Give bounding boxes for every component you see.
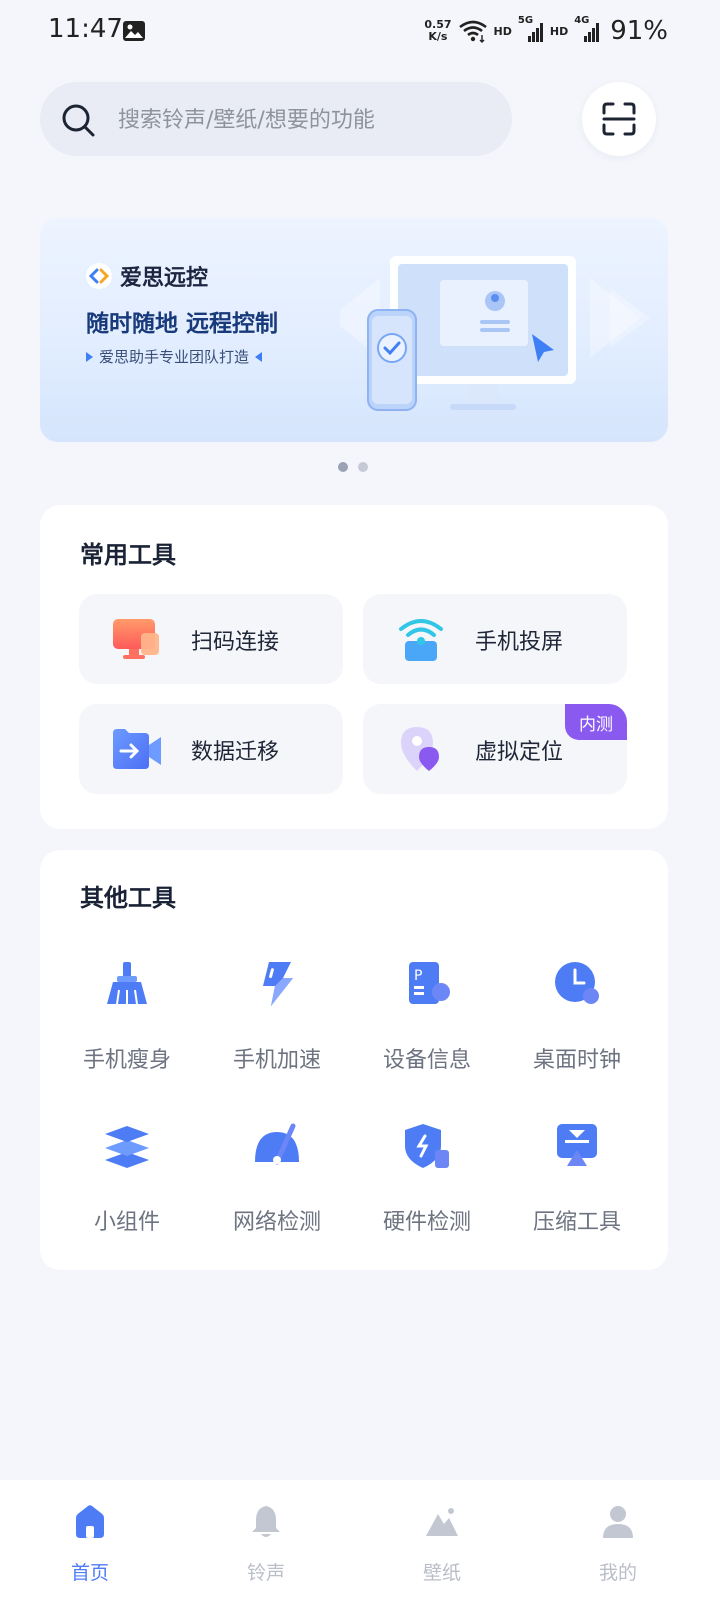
- tool-data-migration[interactable]: 数据迁移: [79, 704, 343, 794]
- common-tools-title: 常用工具: [80, 541, 176, 569]
- nav-home[interactable]: 首页: [20, 1480, 160, 1600]
- bell-icon: [252, 1506, 280, 1537]
- virtual-location-icon: [401, 727, 439, 771]
- search-bar[interactable]: [40, 82, 512, 156]
- data-migration-icon: [113, 729, 161, 769]
- scan-frame-icon: [602, 102, 636, 136]
- nav-label: 我的: [598, 1562, 637, 1584]
- remote-control-illustration: [340, 256, 650, 411]
- banner-pagination: [338, 462, 368, 472]
- search-input[interactable]: [118, 102, 498, 138]
- nav-ringtones[interactable]: 铃声: [196, 1480, 336, 1600]
- signal-4g-icon: 4G: [574, 15, 600, 43]
- tool-virtual-location[interactable]: 虚拟定位 内测: [363, 704, 627, 794]
- tool-label: 手机加速: [232, 1048, 321, 1073]
- tool-widgets[interactable]: 小组件: [52, 1122, 202, 1242]
- tool-label: 桌面时钟: [532, 1048, 621, 1073]
- home-icon: [76, 1505, 104, 1538]
- scan-connect-icon: [113, 619, 159, 659]
- tool-network-check[interactable]: 网络检测: [202, 1122, 352, 1242]
- battery-level: 91%: [610, 16, 668, 46]
- tool-label: 网络检测: [232, 1210, 321, 1235]
- hd-indicator-2: HD: [549, 24, 569, 38]
- widget-layers-icon: [105, 1126, 149, 1168]
- other-tools-title: 其他工具: [80, 884, 176, 912]
- tool-label: 压缩工具: [532, 1210, 621, 1235]
- pagination-dot-active[interactable]: [338, 462, 348, 472]
- tool-label: 扫码连接: [191, 630, 280, 655]
- beta-badge: 内测: [565, 704, 627, 740]
- tool-label: 硬件检测: [382, 1210, 471, 1235]
- promo-banner[interactable]: 爱思远控 随时随地 远程控制 爱思助手专业团队打造: [40, 218, 668, 442]
- tool-compress[interactable]: 压缩工具: [502, 1122, 652, 1242]
- tool-desktop-clock[interactable]: 桌面时钟: [502, 960, 652, 1080]
- compress-icon: [557, 1124, 597, 1166]
- tool-label: 小组件: [93, 1210, 160, 1235]
- svg-text:P: P: [414, 968, 422, 984]
- broom-icon: [107, 962, 147, 1005]
- nav-label: 首页: [70, 1562, 109, 1584]
- shield-icon: [405, 1124, 449, 1168]
- device-info-icon: P: [409, 962, 450, 1004]
- tool-device-info[interactable]: P 设备信息: [352, 960, 502, 1080]
- common-tools-card: 常用工具 扫码连接 手机投屏 数据迁移 虚拟定位 内测: [40, 505, 668, 829]
- search-icon: [62, 104, 95, 137]
- scan-button[interactable]: [582, 82, 656, 156]
- tool-label: 手机投屏: [475, 630, 564, 655]
- tool-phone-cleanup[interactable]: 手机瘦身: [52, 960, 202, 1080]
- tool-label: 虚拟定位: [475, 740, 564, 765]
- triangle-right-icon: [86, 351, 93, 362]
- tool-screen-mirror[interactable]: 手机投屏: [363, 594, 627, 684]
- tool-scan-connect[interactable]: 扫码连接: [79, 594, 343, 684]
- other-tools-card: 其他工具 手机瘦身 手机加速 P 设备信息 桌面时钟 小组件 网络检测 硬件检测…: [40, 850, 668, 1270]
- banner-logo-text: 爱思远控: [120, 266, 209, 291]
- signal-5g-icon: 5G: [518, 15, 544, 43]
- tool-hardware-check[interactable]: 硬件检测: [352, 1122, 502, 1242]
- triangle-left-icon: [255, 351, 263, 362]
- hd-indicator: HD: [493, 24, 512, 38]
- clock-icon: [555, 962, 599, 1004]
- bottom-navigation: 首页 铃声 壁纸 我的: [0, 1480, 720, 1600]
- nav-label: 壁纸: [422, 1562, 461, 1584]
- nav-label: 铃声: [246, 1562, 285, 1584]
- tool-phone-speedup[interactable]: 手机加速: [202, 960, 352, 1080]
- status-time: 11:47: [48, 14, 123, 44]
- tool-label: 数据迁移: [191, 740, 280, 765]
- mountain-icon: [426, 1508, 458, 1536]
- banner-subtitle: 爱思助手专业团队打造: [86, 346, 263, 367]
- tool-label: 设备信息: [382, 1048, 471, 1073]
- status-bar: 11:47 0.57 K/s HD 5G HD 4G 91%: [0, 0, 720, 62]
- banner-logo: 爱思远控: [86, 260, 208, 292]
- wifi-icon: [458, 20, 487, 43]
- aisi-logo-icon: [86, 263, 112, 289]
- lightning-icon: [263, 962, 293, 1006]
- network-speed: 0.57 K/s: [424, 18, 452, 43]
- gallery-notification-icon: [123, 21, 145, 41]
- pagination-dot[interactable]: [358, 462, 368, 472]
- nav-wallpapers[interactable]: 壁纸: [372, 1480, 512, 1600]
- nav-profile[interactable]: 我的: [548, 1480, 688, 1600]
- banner-headline: 随时随地 远程控制: [86, 311, 279, 337]
- screen-mirror-icon: [399, 619, 443, 661]
- speedometer-icon: [255, 1123, 299, 1165]
- person-icon: [603, 1506, 633, 1538]
- tool-label: 手机瘦身: [82, 1048, 171, 1073]
